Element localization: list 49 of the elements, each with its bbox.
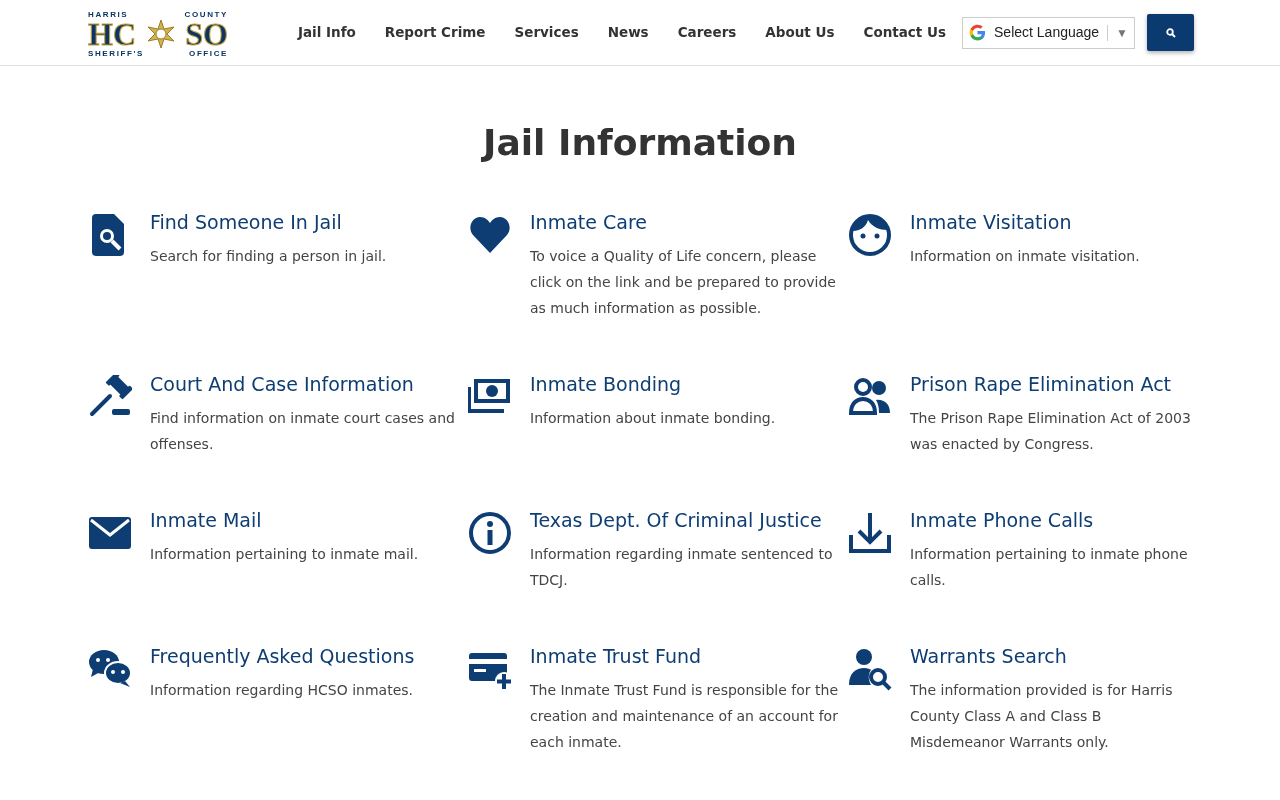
item-title-link[interactable]: Frequently Asked Questions bbox=[150, 643, 415, 670]
google-icon bbox=[969, 24, 986, 41]
star-badge-icon bbox=[145, 18, 176, 49]
item-description: Information pertaining to inmate mail. bbox=[150, 545, 419, 565]
item-title-link[interactable]: Inmate Phone Calls bbox=[910, 507, 1198, 534]
item-title-link[interactable]: Texas Dept. Of Criminal Justice bbox=[530, 507, 848, 534]
item-description: Information regarding inmate sentenced to TDCJ. bbox=[530, 545, 834, 591]
info-icon bbox=[468, 511, 512, 556]
item-title-link[interactable]: Inmate Trust Fund bbox=[530, 643, 848, 670]
logo-text: HARRIS bbox=[88, 9, 129, 19]
item-title-link[interactable]: Prison Rape Elimination Act bbox=[910, 371, 1198, 398]
logo-text: COUNTY bbox=[184, 9, 228, 19]
page-title: Jail Information bbox=[480, 121, 798, 165]
item-title-link[interactable]: Inmate Bonding bbox=[530, 371, 776, 398]
logo-text: SHERIFF'S bbox=[88, 48, 144, 58]
face-icon bbox=[848, 213, 892, 258]
nav-link[interactable]: Services bbox=[514, 22, 579, 43]
logo-text: HC bbox=[88, 19, 136, 48]
item-title-link[interactable]: Find Someone In Jail bbox=[150, 209, 387, 236]
dropdown-arrow: ▼ bbox=[1116, 24, 1128, 42]
item-description: Information on inmate visitation. bbox=[910, 247, 1140, 267]
download-icon bbox=[848, 511, 892, 556]
search-button[interactable] bbox=[1147, 14, 1194, 51]
language-label: Select Language bbox=[994, 23, 1100, 42]
item-title-link[interactable]: Court And Case Information bbox=[150, 371, 468, 398]
item-description: Find information on inmate court cases and offenses. bbox=[150, 409, 456, 455]
item-title-link[interactable]: Inmate Mail bbox=[150, 507, 419, 534]
item-description: The information provided is for Harris County Class A and Class B Misdemeanor Warrants only. bbox=[910, 681, 1174, 753]
item-description: Search for finding a person in jail. bbox=[150, 247, 387, 267]
item-title-link[interactable]: Inmate Visitation bbox=[910, 209, 1140, 236]
item-title-link[interactable]: Inmate Care bbox=[530, 209, 848, 236]
search-icon bbox=[1165, 27, 1176, 38]
item-description: Information about inmate bonding. bbox=[530, 409, 776, 429]
nav-link[interactable]: Jail Info bbox=[297, 22, 356, 43]
item-description: Information pertaining to inmate phone calls. bbox=[910, 545, 1189, 591]
item-description: To voice a Quality of Life concern, please click on the link and be prepared to provide as much information as possible. bbox=[530, 247, 837, 319]
nav-link[interactable]: Contact Us bbox=[863, 22, 946, 43]
language-select[interactable]: Select Language ▼ bbox=[962, 16, 1135, 49]
nav-link[interactable]: News bbox=[607, 22, 649, 43]
item-description: The Prison Rape Elimination Act of 2003 was enacted by Congress. bbox=[910, 409, 1192, 455]
user-search-icon bbox=[848, 647, 892, 692]
item-description: Information regarding HCSO inmates. bbox=[150, 681, 414, 701]
nav-link[interactable]: Careers bbox=[677, 22, 737, 43]
nav-link[interactable]: About Us bbox=[765, 22, 835, 43]
logo-text: SO bbox=[185, 19, 228, 48]
item-description: The Inmate Trust Fund is responsible for the creation and maintenance of an account for each inmate. bbox=[530, 681, 839, 753]
item-title-link[interactable]: Warrants Search bbox=[910, 643, 1198, 670]
nav-link[interactable]: Report Crime bbox=[384, 22, 486, 43]
logo-text: OFFICE bbox=[189, 48, 228, 58]
